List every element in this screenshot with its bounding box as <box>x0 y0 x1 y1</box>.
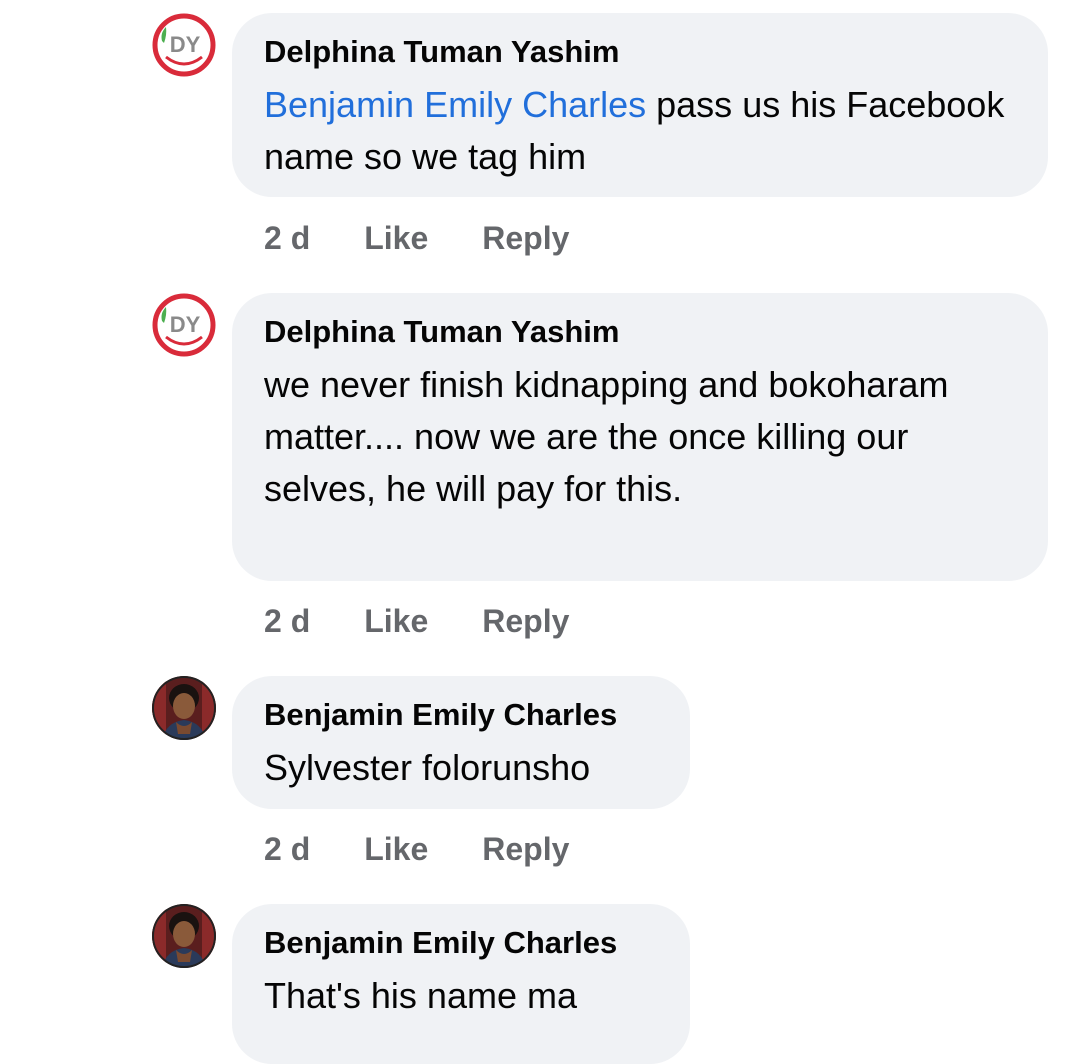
comment-author[interactable]: Benjamin Emily Charles <box>264 924 658 962</box>
comment-author[interactable]: Benjamin Emily Charles <box>264 696 658 734</box>
comment-timestamp[interactable]: 2 d <box>264 831 310 868</box>
comment-bubble: Delphina Tuman Yashim Benjamin Emily Cha… <box>232 13 1048 197</box>
like-button[interactable]: Like <box>364 603 428 640</box>
reply-button[interactable]: Reply <box>482 220 569 257</box>
comment-author[interactable]: Delphina Tuman Yashim <box>264 313 1016 351</box>
like-button[interactable]: Like <box>364 220 428 257</box>
dy-logo-avatar[interactable]: DY <box>152 13 216 77</box>
svg-text:DY: DY <box>170 312 201 337</box>
comment-actions: 2 d Like Reply <box>264 601 569 641</box>
like-button[interactable]: Like <box>364 831 428 868</box>
profile-photo-icon <box>152 904 216 968</box>
profile-photo-icon <box>152 676 216 740</box>
reply-button[interactable]: Reply <box>482 831 569 868</box>
dy-logo-icon: DY <box>152 293 216 357</box>
mention-link[interactable]: Benjamin Emily Charles <box>264 84 646 125</box>
comment-timestamp[interactable]: 2 d <box>264 220 310 257</box>
comment-text: Benjamin Emily Charles pass us his Faceb… <box>264 79 1016 183</box>
comment-timestamp[interactable]: 2 d <box>264 603 310 640</box>
comment-text: Sylvester folorunsho <box>264 747 591 788</box>
comment-actions: 2 d Like Reply <box>264 218 569 258</box>
svg-text:DY: DY <box>170 32 201 57</box>
comment-actions: 2 d Like Reply <box>264 829 569 869</box>
comment-author[interactable]: Delphina Tuman Yashim <box>264 33 1016 71</box>
dy-logo-icon: DY <box>152 13 216 77</box>
comment-bubble: Benjamin Emily Charles Sylvester folorun… <box>232 676 690 809</box>
dy-logo-avatar[interactable]: DY <box>152 293 216 357</box>
profile-photo-avatar[interactable] <box>152 904 216 968</box>
comment-text: That's his name ma <box>264 975 577 1016</box>
comment-bubble: Benjamin Emily Charles That's his name m… <box>232 904 690 1064</box>
profile-photo-avatar[interactable] <box>152 676 216 740</box>
reply-button[interactable]: Reply <box>482 603 569 640</box>
comment-bubble: Delphina Tuman Yashim we never finish ki… <box>232 293 1048 581</box>
comment-text: we never finish kidnapping and bokoharam… <box>264 364 949 509</box>
